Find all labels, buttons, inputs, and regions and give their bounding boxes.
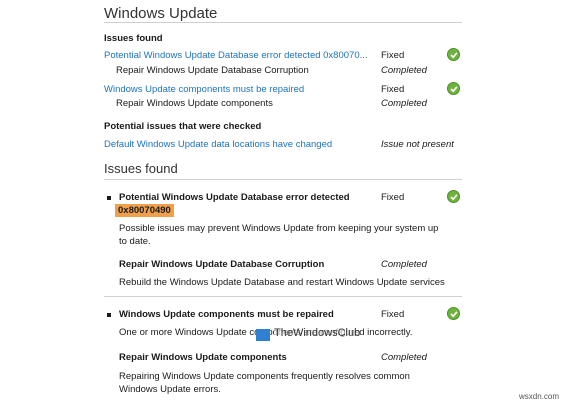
thewindowsclub-logo-icon	[256, 329, 270, 341]
watermark-text: TheWindowsClub	[274, 327, 361, 339]
check-icon	[447, 48, 460, 61]
detail-issue-2-title: Windows Update components must be repair…	[119, 309, 334, 320]
error-code-badge: 0x80070490	[115, 204, 174, 217]
summary-fix-1-status: Completed	[381, 65, 427, 76]
summary-issue-2-status: Fixed	[381, 84, 405, 95]
bullet-icon	[107, 313, 111, 317]
summary-fix-2-label: Repair Windows Update components	[116, 98, 273, 109]
check-icon	[447, 190, 460, 203]
summary-issues-heading: Issues found	[104, 33, 163, 44]
detail-issue-1-title: Potential Windows Update Database error …	[119, 192, 350, 203]
page-title: Windows Update	[104, 5, 218, 22]
summary-issue-2-link[interactable]: Windows Update components must be repair…	[104, 84, 304, 95]
footer-credit: wsxdn.com	[519, 392, 560, 401]
detail-issue-1-status: Fixed	[381, 192, 405, 203]
detail-fix-1-title: Repair Windows Update Database Corruptio…	[119, 259, 325, 270]
checked-issue-1-link[interactable]: Default Windows Update data locations ha…	[104, 139, 332, 150]
detail-issue-2-status: Fixed	[381, 309, 405, 320]
detail-fix-1-description: Rebuild the Windows Update Database and …	[119, 277, 445, 288]
summary-issue-1-status: Fixed	[381, 50, 405, 61]
checked-issue-1-status: Issue not present	[381, 139, 454, 150]
summary-fix-2-status: Completed	[381, 98, 427, 109]
check-icon	[447, 307, 460, 320]
detail-fix-1-status: Completed	[381, 259, 427, 270]
summary-issue-1-link[interactable]: Potential Windows Update Database error …	[104, 50, 368, 61]
checked-issues-heading: Potential issues that were checked	[104, 121, 262, 132]
detail-issue-1-description: Possible issues may prevent Windows Upda…	[119, 223, 439, 247]
summary-fix-1-label: Repair Windows Update Database Corruptio…	[116, 65, 309, 76]
detail-fix-2-status: Completed	[381, 352, 427, 363]
issue-divider	[104, 296, 462, 297]
title-divider	[104, 22, 462, 23]
check-icon	[447, 82, 460, 95]
detail-fix-2-title: Repair Windows Update components	[119, 352, 287, 363]
details-heading: Issues found	[104, 161, 178, 176]
bullet-icon	[107, 196, 111, 200]
detail-fix-2-description: Repairing Windows Update components freq…	[119, 371, 410, 395]
details-divider	[104, 179, 462, 180]
